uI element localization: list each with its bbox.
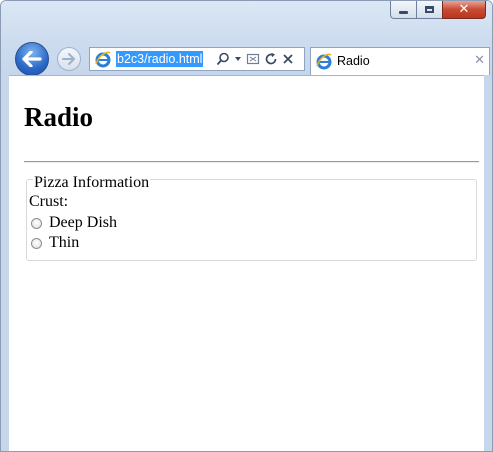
search-icon[interactable]	[216, 52, 230, 66]
ie-tab-icon	[316, 53, 332, 70]
tab-radio[interactable]: Radio ✕	[310, 47, 490, 75]
maximize-button[interactable]	[416, 1, 442, 19]
navigation-toolbar: b2c3/radio.html Radio ✕	[1, 42, 492, 76]
ie-page-icon	[95, 51, 111, 68]
page-content: Radio Pizza Information Crust: Deep Dish…	[9, 76, 484, 451]
radio-option-deep-dish[interactable]: Deep Dish	[31, 213, 117, 233]
radio-option-thin[interactable]: Thin	[31, 233, 79, 253]
browser-window: ✕ b2c3/radio.html Radio ✕ Radio Pizza In…	[0, 0, 493, 452]
forward-arrow-icon	[62, 53, 75, 65]
minimize-icon	[399, 11, 408, 14]
refresh-icon[interactable]	[264, 52, 278, 66]
address-bar[interactable]: b2c3/radio.html	[89, 47, 305, 71]
window-border-right	[484, 75, 492, 451]
tab-title: Radio	[337, 54, 370, 68]
pizza-information-fieldset: Pizza Information Crust: Deep Dish Thin	[26, 174, 477, 261]
address-tools	[216, 48, 294, 70]
stop-icon[interactable]	[282, 53, 294, 65]
radio-button[interactable]	[31, 237, 42, 249]
close-icon: ✕	[458, 2, 470, 17]
caption-buttons: ✕	[390, 1, 486, 21]
window-border-left	[1, 75, 9, 451]
horizontal-rule	[24, 161, 479, 163]
minimize-button[interactable]	[390, 1, 416, 19]
maximize-icon	[425, 6, 434, 13]
compatibility-view-icon[interactable]	[246, 52, 260, 66]
address-url[interactable]: b2c3/radio.html	[116, 51, 204, 67]
forward-button[interactable]	[57, 47, 81, 71]
dropdown-arrow-icon[interactable]	[234, 55, 242, 63]
back-button[interactable]	[15, 42, 49, 76]
close-window-button[interactable]: ✕	[442, 1, 486, 19]
radio-button[interactable]	[31, 217, 42, 229]
radio-label[interactable]: Thin	[49, 234, 79, 252]
close-tab-icon[interactable]: ✕	[474, 53, 485, 68]
back-arrow-icon	[22, 51, 42, 67]
radio-label[interactable]: Deep Dish	[49, 214, 117, 232]
crust-label: Crust:	[29, 193, 69, 210]
fieldset-legend: Pizza Information	[33, 174, 151, 192]
page-title: Radio	[24, 102, 94, 132]
